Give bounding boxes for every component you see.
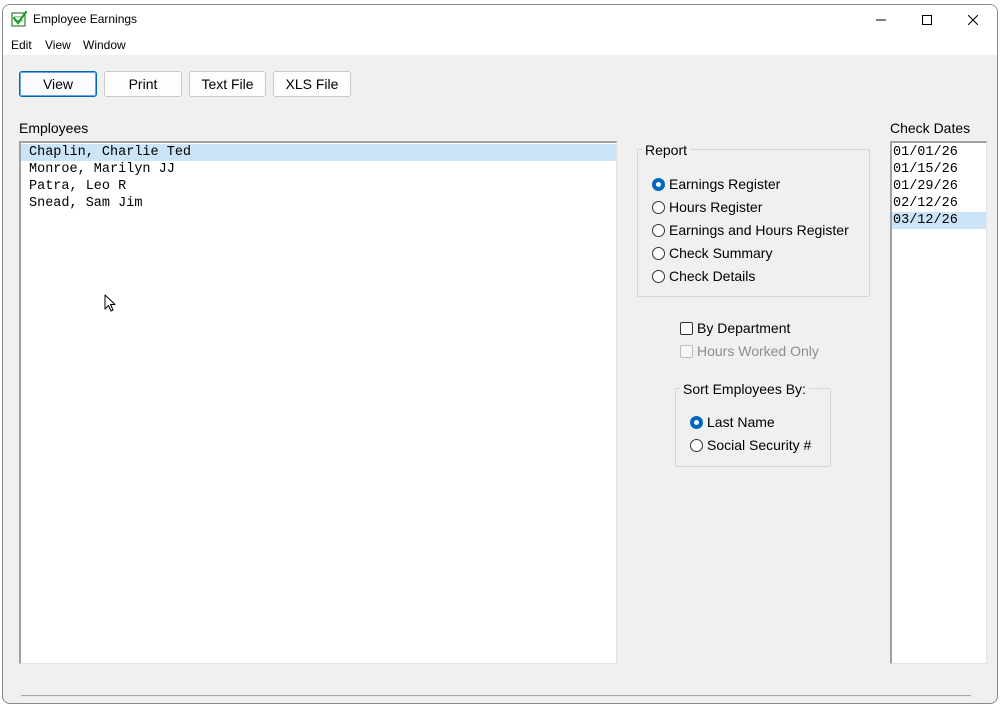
sort-group-title: Sort Employees By: <box>680 381 809 397</box>
radio-hours-register[interactable]: Hours Register <box>652 199 762 215</box>
by-department-checkbox[interactable]: By Department <box>680 320 790 336</box>
check-dates-label: Check Dates <box>890 120 971 136</box>
menu-edit[interactable]: Edit <box>11 38 32 52</box>
radio-unchecked-icon <box>652 246 665 260</box>
radio-earnings-register[interactable]: Earnings Register <box>652 176 780 192</box>
list-item[interactable]: Patra, Leo R <box>21 178 616 195</box>
list-item[interactable]: 01/15/26 <box>892 161 986 178</box>
radio-label: Earnings Register <box>669 176 781 192</box>
radio-unchecked-icon <box>652 223 665 237</box>
radio-label: Last Name <box>707 414 775 430</box>
app-window: Employee Earnings Edit View Window View … <box>2 4 998 704</box>
menu-bar: Edit View Window <box>3 35 997 55</box>
list-item[interactable]: 01/29/26 <box>892 178 986 195</box>
checkbox-label: Hours Worked Only <box>697 343 819 359</box>
status-bar <box>21 695 971 697</box>
checkbox-disabled-icon <box>680 344 693 358</box>
list-item[interactable]: 03/12/26 <box>892 212 986 229</box>
checkbox-unchecked-icon <box>680 321 693 335</box>
maximize-icon <box>922 15 932 25</box>
radio-label: Social Security # <box>707 437 812 453</box>
check-dates-listbox[interactable]: 01/01/26 01/15/26 01/29/26 02/12/26 03/1… <box>890 141 987 664</box>
minimize-button[interactable] <box>858 5 904 35</box>
radio-check-details[interactable]: Check Details <box>652 268 755 284</box>
radio-checked-icon <box>652 177 665 191</box>
view-button[interactable]: View <box>19 71 97 97</box>
radio-checked-icon <box>690 415 703 429</box>
radio-last-name[interactable]: Last Name <box>690 414 775 430</box>
close-button[interactable] <box>950 5 996 35</box>
text-file-button[interactable]: Text File <box>189 71 266 97</box>
list-item[interactable]: 01/01/26 <box>892 144 986 161</box>
radio-unchecked-icon <box>690 438 703 452</box>
list-item[interactable]: Chaplin, Charlie Ted <box>21 144 616 161</box>
radio-label: Check Details <box>669 268 756 284</box>
radio-label: Check Summary <box>669 245 773 261</box>
list-item[interactable]: Snead, Sam Jim <box>21 195 616 212</box>
report-group-title: Report <box>642 142 691 158</box>
employees-listbox[interactable]: Chaplin, Charlie Ted Monroe, Marilyn JJ … <box>19 141 617 664</box>
print-button[interactable]: Print <box>104 71 182 97</box>
radio-earnings-and-hours-register[interactable]: Earnings and Hours Register <box>652 222 849 238</box>
close-icon <box>968 15 978 25</box>
employees-label: Employees <box>19 120 89 136</box>
radio-social-security[interactable]: Social Security # <box>690 437 811 453</box>
window-title: Employee Earnings <box>33 12 138 26</box>
mouse-cursor-icon <box>104 294 116 312</box>
radio-label: Earnings and Hours Register <box>669 222 849 238</box>
radio-check-summary[interactable]: Check Summary <box>652 245 772 261</box>
checkbox-label: By Department <box>697 320 791 336</box>
title-bar[interactable]: Employee Earnings <box>3 5 997 35</box>
radio-label: Hours Register <box>669 199 763 215</box>
hours-worked-only-checkbox: Hours Worked Only <box>680 343 819 359</box>
xls-file-button[interactable]: XLS File <box>273 71 351 97</box>
menu-view[interactable]: View <box>45 38 71 52</box>
minimize-icon <box>876 19 886 21</box>
menu-window[interactable]: Window <box>83 38 126 52</box>
list-item[interactable]: Monroe, Marilyn JJ <box>21 161 616 178</box>
maximize-button[interactable] <box>904 5 950 35</box>
checklist-app-icon <box>11 11 27 27</box>
radio-unchecked-icon <box>652 200 665 214</box>
list-item[interactable]: 02/12/26 <box>892 195 986 212</box>
radio-unchecked-icon <box>652 269 665 283</box>
